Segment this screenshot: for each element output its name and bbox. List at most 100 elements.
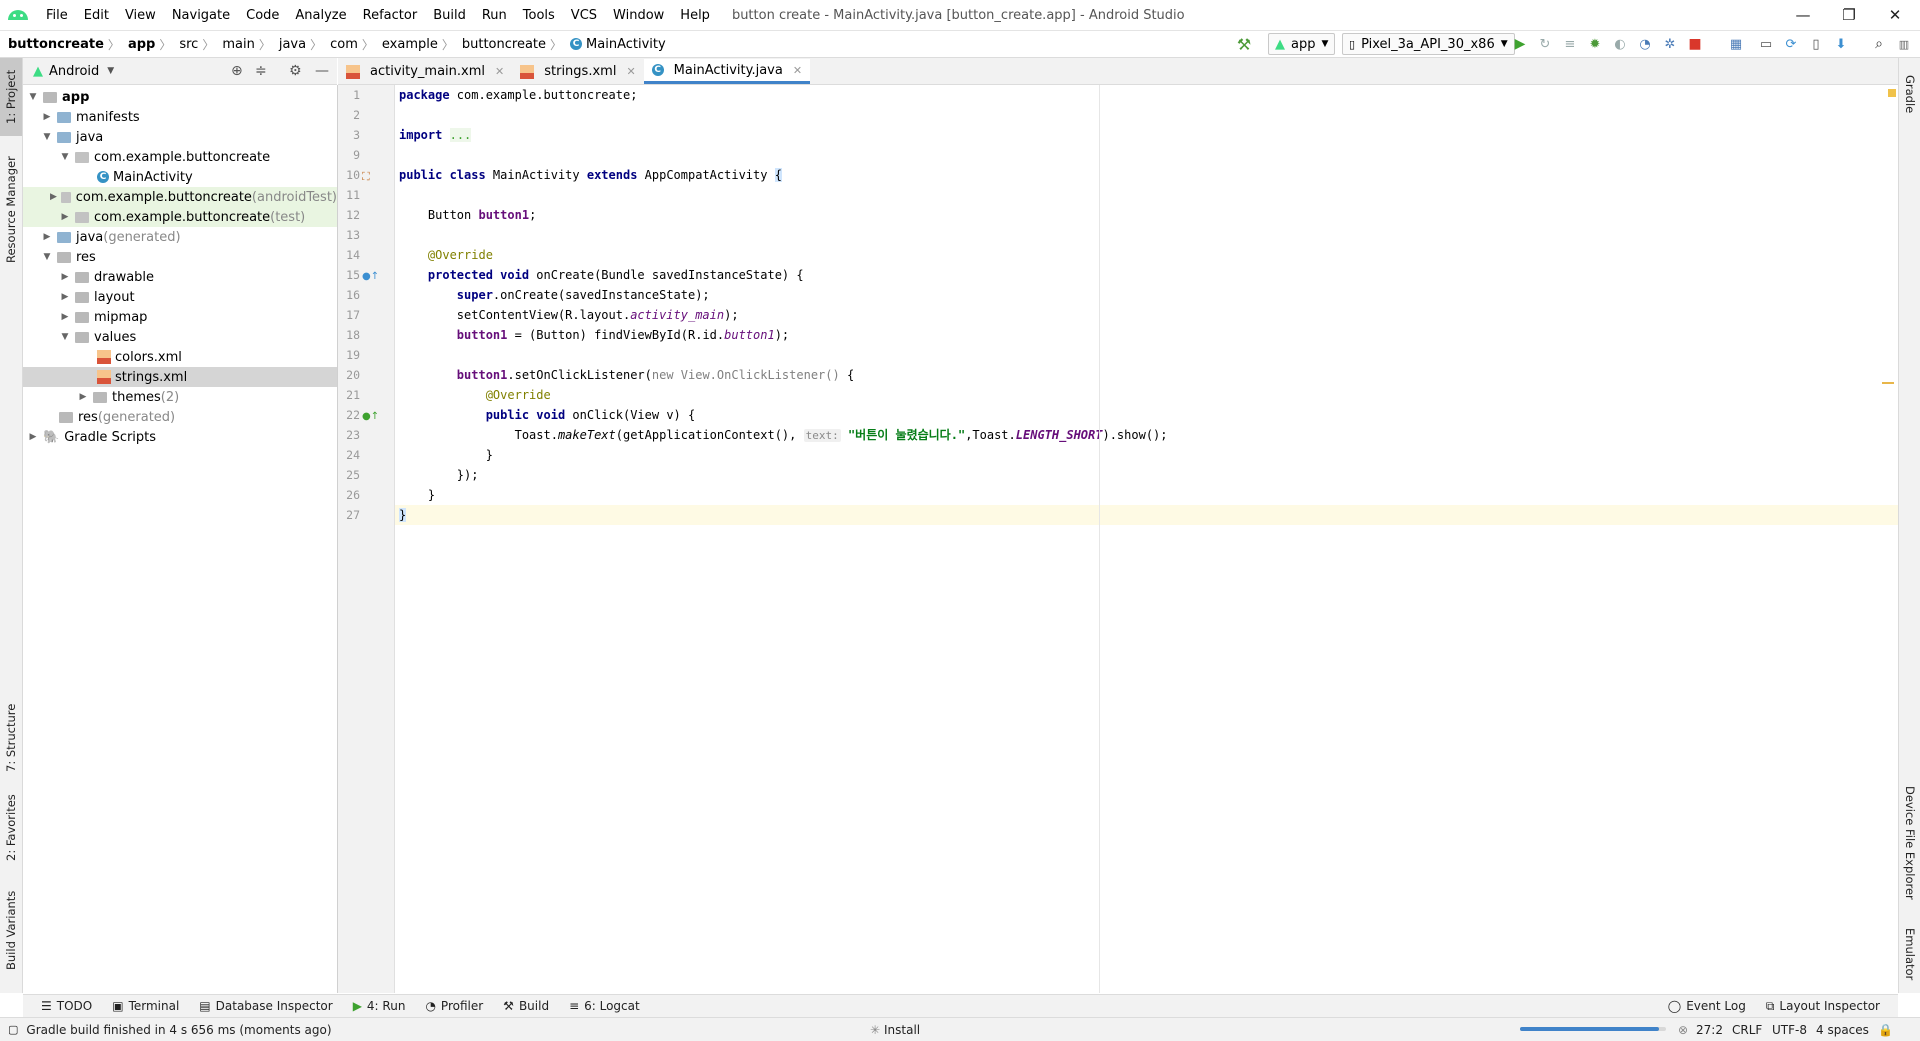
tree-item-mipmap[interactable]: ▶ mipmap bbox=[23, 307, 337, 327]
breadcrumb-src[interactable]: src bbox=[171, 37, 202, 52]
tool-terminal[interactable]: ▣ Terminal bbox=[102, 999, 189, 1013]
tab-project[interactable]: 1: Project bbox=[0, 58, 22, 136]
menu-window[interactable]: Window bbox=[605, 8, 672, 23]
run-config-dropdown[interactable]: ▲ app ▼ bbox=[1268, 33, 1336, 55]
lock-icon[interactable]: 🔒 bbox=[1870, 1023, 1901, 1037]
avd-manager-icon[interactable]: ▯ bbox=[1805, 33, 1827, 55]
chevron-down-icon[interactable]: ▼ bbox=[41, 252, 53, 262]
tree-item-drawable[interactable]: ▶ drawable bbox=[23, 267, 337, 287]
menu-navigate[interactable]: Navigate bbox=[164, 8, 238, 23]
hide-panel-icon[interactable]: — bbox=[315, 63, 329, 79]
close-icon[interactable]: ✕ bbox=[495, 65, 504, 78]
folded-imports[interactable]: ... bbox=[449, 128, 472, 142]
tree-item-java-generated[interactable]: ▶ java (generated) bbox=[23, 227, 337, 247]
breadcrumb-main[interactable]: main bbox=[214, 37, 258, 52]
tab-favorites[interactable]: 2: Favorites bbox=[0, 788, 22, 868]
tree-item-layout[interactable]: ▶ layout bbox=[23, 287, 337, 307]
chevron-right-icon[interactable]: ▶ bbox=[41, 112, 53, 122]
device-dropdown[interactable]: ▯ Pixel_3a_API_30_x86 ▼ bbox=[1342, 33, 1515, 55]
tab-device-file-explorer[interactable]: Device File Explorer bbox=[1899, 778, 1920, 908]
search-icon[interactable]: ⌕ bbox=[1868, 33, 1890, 55]
breadcrumb-module[interactable]: app bbox=[120, 37, 159, 52]
menu-analyze[interactable]: Analyze bbox=[287, 8, 354, 23]
menu-build[interactable]: Build bbox=[425, 8, 474, 23]
tree-item-mainactivity[interactable]: C MainActivity bbox=[23, 167, 337, 187]
class-gutter-icon[interactable]: ⛶ bbox=[362, 170, 370, 184]
close-icon[interactable]: ✕ bbox=[793, 64, 802, 77]
indent-setting[interactable]: 4 spaces bbox=[1808, 1023, 1877, 1037]
tree-item-package-test[interactable]: ▶ com.example.buttoncreate (test) bbox=[23, 207, 337, 227]
chevron-right-icon[interactable]: ▶ bbox=[77, 392, 89, 402]
tab-build-variants[interactable]: Build Variants bbox=[0, 880, 22, 980]
menu-help[interactable]: Help bbox=[672, 8, 718, 23]
restore-button[interactable]: ❐ bbox=[1826, 0, 1872, 30]
menu-file[interactable]: File bbox=[38, 8, 76, 23]
status-toggle-icon[interactable]: ▢ bbox=[0, 1023, 26, 1036]
sync-gradle-icon[interactable]: ⟳ bbox=[1780, 33, 1802, 55]
chevron-down-icon[interactable]: ▼ bbox=[41, 132, 53, 142]
view-mode-dropdown[interactable]: Android bbox=[49, 64, 99, 79]
tree-item-manifests[interactable]: ▶ manifests bbox=[23, 107, 337, 127]
scrollbar-marker[interactable] bbox=[1882, 382, 1894, 384]
attach-debugger-icon[interactable]: ✲ bbox=[1659, 33, 1681, 55]
run-icon[interactable]: ▶ bbox=[1509, 33, 1531, 55]
locate-file-icon[interactable]: ⊕ bbox=[231, 63, 243, 79]
chevron-right-icon[interactable]: ▶ bbox=[59, 292, 71, 302]
chevron-right-icon[interactable]: ▶ bbox=[49, 192, 58, 202]
tree-item-strings-xml[interactable]: strings.xml bbox=[23, 367, 337, 387]
debug-icon[interactable]: ✹ bbox=[1584, 33, 1606, 55]
close-button[interactable]: ✕ bbox=[1872, 0, 1918, 30]
tree-item-themes[interactable]: ▶ themes (2) bbox=[23, 387, 337, 407]
chevron-right-icon[interactable]: ▶ bbox=[27, 432, 39, 442]
chevron-down-icon[interactable]: ▼ bbox=[59, 332, 71, 342]
tool-profiler[interactable]: ◔ Profiler bbox=[415, 999, 493, 1013]
menu-tools[interactable]: Tools bbox=[515, 8, 563, 23]
tool-database-inspector[interactable]: ▤ Database Inspector bbox=[189, 999, 342, 1013]
tool-logcat[interactable]: ≡ 6: Logcat bbox=[559, 999, 650, 1013]
breadcrumb-com[interactable]: com bbox=[322, 37, 362, 52]
close-icon[interactable]: ✕ bbox=[626, 65, 635, 78]
tab-mainactivity-java[interactable]: C MainActivity.java ✕ bbox=[643, 59, 811, 84]
tab-resource-manager[interactable]: Resource Manager bbox=[0, 150, 22, 270]
apply-code-changes-icon[interactable]: ≡ bbox=[1559, 33, 1581, 55]
minimize-button[interactable]: — bbox=[1780, 0, 1826, 30]
tree-item-colors-xml[interactable]: colors.xml bbox=[23, 347, 337, 367]
menu-view[interactable]: View bbox=[117, 8, 164, 23]
tree-item-package-main[interactable]: ▼ com.example.buttoncreate bbox=[23, 147, 337, 167]
project-structure-icon[interactable]: ▦ bbox=[1725, 33, 1747, 55]
tab-emulator[interactable]: Emulator bbox=[1899, 916, 1920, 992]
tree-item-res-generated[interactable]: res (generated) bbox=[23, 407, 337, 427]
apply-changes-icon[interactable]: ↻ bbox=[1534, 33, 1556, 55]
ide-settings-icon[interactable]: ▥ bbox=[1893, 33, 1915, 55]
menu-refactor[interactable]: Refactor bbox=[355, 8, 426, 23]
background-task-label[interactable]: Install bbox=[876, 1023, 928, 1037]
gear-icon[interactable]: ⚙ bbox=[289, 63, 302, 79]
tool-build[interactable]: ⚒ Build bbox=[493, 999, 559, 1013]
profile-icon[interactable]: ◔ bbox=[1634, 33, 1656, 55]
breadcrumb-example[interactable]: example bbox=[374, 37, 442, 52]
breadcrumb-package[interactable]: buttoncreate bbox=[454, 37, 550, 52]
status-message[interactable]: Gradle build finished in 4 s 656 ms (mom… bbox=[26, 1023, 339, 1037]
tree-item-java[interactable]: ▼ java bbox=[23, 127, 337, 147]
tab-activity-main-xml[interactable]: activity_main.xml ✕ bbox=[338, 59, 512, 84]
chevron-down-icon[interactable]: ▼ bbox=[27, 92, 39, 102]
tree-item-package-androidtest[interactable]: ▶ com.example.buttoncreate (androidTest) bbox=[23, 187, 337, 207]
menu-vcs[interactable]: VCS bbox=[563, 8, 605, 23]
code-editor[interactable]: package com.example.buttoncreate; import… bbox=[395, 85, 1898, 993]
breadcrumb-class[interactable]: C MainActivity bbox=[562, 37, 670, 52]
override-gutter-icon[interactable]: ●↑ bbox=[362, 271, 379, 282]
tree-item-res[interactable]: ▼ res bbox=[23, 247, 337, 267]
chevron-right-icon[interactable]: ▶ bbox=[59, 212, 71, 222]
tree-item-values[interactable]: ▼ values bbox=[23, 327, 337, 347]
breadcrumb-java[interactable]: java bbox=[271, 37, 310, 52]
chevron-down-icon[interactable]: ▼ bbox=[59, 152, 71, 162]
tree-item-app[interactable]: ▼ app bbox=[23, 87, 337, 107]
tab-gradle[interactable]: Gradle bbox=[1899, 62, 1920, 126]
menu-run[interactable]: Run bbox=[474, 8, 515, 23]
sdk-manager-icon[interactable]: ⬇ bbox=[1830, 33, 1852, 55]
stop-icon[interactable]: ■ bbox=[1684, 33, 1706, 55]
chevron-down-icon[interactable]: ▼ bbox=[107, 66, 114, 76]
layout-validation-icon[interactable]: ▭ bbox=[1755, 33, 1777, 55]
chevron-right-icon[interactable]: ▶ bbox=[41, 232, 53, 242]
chevron-right-icon[interactable]: ▶ bbox=[59, 272, 71, 282]
